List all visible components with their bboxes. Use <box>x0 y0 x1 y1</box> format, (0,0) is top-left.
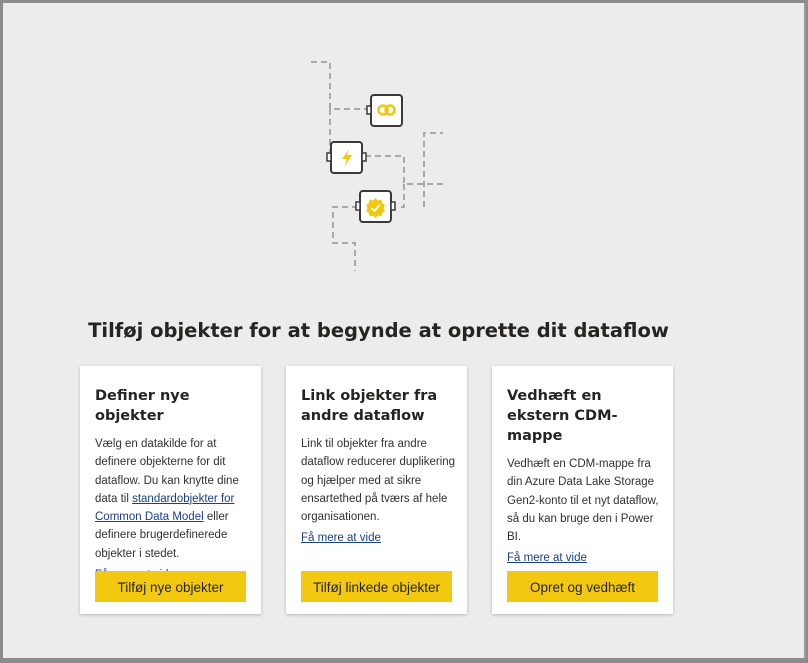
card-description: Vedhæft en CDM-mappe fra din Azure Data … <box>507 458 659 544</box>
add-linked-objects-button[interactable]: Tilføj linkede objekter <box>301 571 452 602</box>
empty-dataflow-panel: Tilføj objekter for at begynde at oprett… <box>3 3 806 658</box>
card-define-new-objects: Definer nye objekter Vælg en datakilde f… <box>80 366 261 614</box>
link-icon <box>366 94 403 127</box>
page-title: Tilføj objekter for at begynde at oprett… <box>88 319 669 342</box>
card-title: Definer nye objekter <box>95 388 190 424</box>
card-description: Link til objekter fra andre dataflow red… <box>301 438 456 524</box>
verified-badge-icon <box>355 190 396 223</box>
learn-more-link[interactable]: Få mere at vide <box>507 549 587 567</box>
card-title: Link objekter fra andre dataflow <box>301 388 438 424</box>
card-description: Vælg en datakilde for at definere objekt… <box>95 435 251 563</box>
add-new-objects-button[interactable]: Tilføj nye objekter <box>95 571 246 602</box>
lightning-icon <box>326 141 367 174</box>
card-attach-cdm-folder: Vedhæft en ekstern CDM-mappe Vedhæft en … <box>492 366 673 614</box>
card-title: Vedhæft en ekstern CDM-mappe <box>507 388 618 444</box>
dataflow-illustration <box>311 61 443 271</box>
learn-more-link[interactable]: Få mere at vide <box>301 529 381 547</box>
create-and-attach-button[interactable]: Opret og vedhæft <box>507 571 658 602</box>
card-link-objects: Link objekter fra andre dataflow Link ti… <box>286 366 467 614</box>
